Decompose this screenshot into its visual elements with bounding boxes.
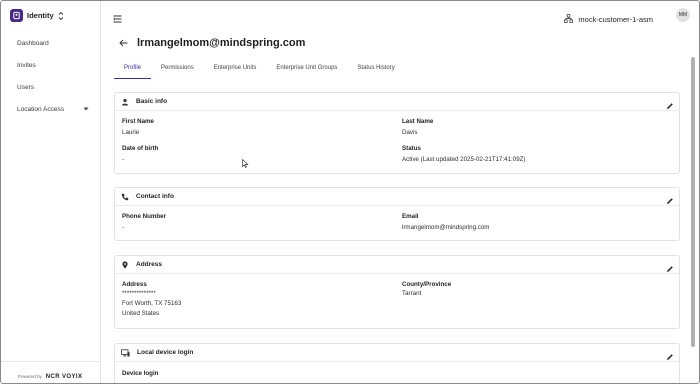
location-pin-icon <box>121 256 129 274</box>
sidebar-item-invites[interactable]: Invites <box>1 54 101 76</box>
sidebar-item-dashboard[interactable]: Dashboard <box>1 32 101 54</box>
sidebar-item-label: Dashboard <box>17 39 49 47</box>
tab-permissions[interactable]: Permissions <box>151 59 204 79</box>
main-content: lrmangelmom@mindspring.com Profile Permi… <box>102 29 695 383</box>
tab-enterprise-units[interactable]: Enterprise Units <box>204 59 267 79</box>
status-field: Status Active (Last updated 2025-02-21T1… <box>402 145 526 163</box>
back-arrow-icon[interactable] <box>119 34 128 52</box>
address-line-3: United States <box>122 310 160 317</box>
app-title: Identity <box>27 11 54 20</box>
sidebar-item-label: Location Access <box>17 105 64 113</box>
card-title: Basic info <box>136 98 168 105</box>
edit-pencil-icon[interactable] <box>666 192 674 210</box>
card-title: Contact info <box>136 193 174 200</box>
scrollbar[interactable] <box>691 57 695 347</box>
tab-enterprise-unit-groups[interactable]: Enterprise Unit Groups <box>266 59 347 79</box>
first-name-field: First Name Laurie <box>122 118 154 136</box>
caret-down-icon <box>83 107 89 111</box>
card-header: Address <box>115 256 679 274</box>
org-hierarchy-icon <box>564 10 574 28</box>
card-header: Basic info <box>115 93 679 111</box>
topbar: mock-customer-1-asm MM <box>102 1 699 29</box>
avatar[interactable]: MM <box>676 8 690 22</box>
date-of-birth-field: Date of birth - <box>122 145 159 163</box>
app-switcher[interactable]: Identity <box>10 8 64 23</box>
org-name: mock-customer-1-asm <box>578 14 653 24</box>
address-field: Address ************** Fort Worth, TX 75… <box>122 281 182 317</box>
powered-by: Powered by NCR VOYIX <box>1 361 100 383</box>
org-switcher[interactable]: mock-customer-1-asm <box>564 10 653 28</box>
phone-number-field: Phone Number - <box>122 213 167 231</box>
basic-info-card: Basic info First Name Laurie Last Name D… <box>114 92 680 174</box>
person-icon <box>121 93 129 111</box>
phone-icon <box>121 188 129 206</box>
card-title: Address <box>136 261 163 268</box>
chevron-up-down-icon <box>58 11 64 21</box>
collapse-sidebar-icon[interactable] <box>113 10 122 28</box>
window: Identity Dashboard Invites Users Locatio… <box>0 0 700 384</box>
edit-pencil-icon[interactable] <box>666 348 674 366</box>
email-field: Email lrmangelmom@mindspring.com <box>402 213 490 231</box>
edit-pencil-icon[interactable] <box>666 97 674 115</box>
card-header: Contact info <box>115 188 679 206</box>
powered-by-label: Powered by <box>18 374 42 379</box>
card-header: Local device login <box>115 344 679 362</box>
card-title: Local device login <box>137 349 194 356</box>
identity-logo-icon <box>10 9 23 22</box>
page-title: lrmangelmom@mindspring.com <box>137 37 306 49</box>
sidebar-item-label: Invites <box>17 61 36 69</box>
page-header: lrmangelmom@mindspring.com <box>119 34 305 52</box>
device-login-card: Local device login Device login <box>114 343 680 383</box>
device-login-field: Device login <box>122 370 159 377</box>
brand-logo: NCR VOYIX <box>45 373 83 380</box>
tab-status-history[interactable]: Status History <box>347 59 404 79</box>
mouse-cursor-icon <box>242 155 249 173</box>
edit-pencil-icon[interactable] <box>666 260 674 278</box>
sidebar: Identity Dashboard Invites Users Locatio… <box>1 1 101 383</box>
address-card: Address Address ************** Fort Wort… <box>114 255 680 329</box>
contact-info-card: Contact info Phone Number - Email lrmang… <box>114 187 680 241</box>
sidebar-nav: Dashboard Invites Users Location Access <box>1 32 101 120</box>
sidebar-item-location-access[interactable]: Location Access <box>1 98 101 120</box>
address-line-2: Fort Worth, TX 75163 <box>122 300 182 307</box>
county-field: County/Province Tarrant <box>402 281 452 297</box>
device-icon <box>121 344 130 362</box>
address-line-1: ************** <box>122 290 156 297</box>
sidebar-item-label: Users <box>17 83 34 91</box>
sidebar-item-users[interactable]: Users <box>1 76 101 98</box>
tab-bar: Profile Permissions Enterprise Units Ent… <box>114 59 405 79</box>
tab-profile[interactable]: Profile <box>114 59 152 79</box>
last-name-field: Last Name Davis <box>402 118 434 136</box>
